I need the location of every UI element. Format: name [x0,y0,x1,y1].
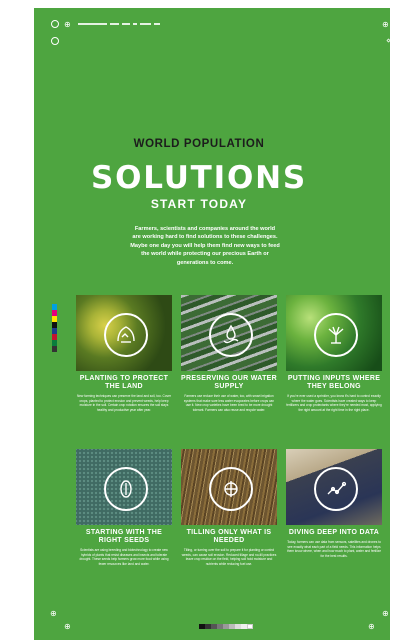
crop-mark-bottom-left-icon: ⊕ [50,609,57,618]
tilled-soil-icon [209,467,253,511]
photo-irrigation [181,295,277,371]
card-title: DIVING DEEP INTO DATA [288,529,380,536]
registration-mark-top-left [51,20,59,28]
intro-paragraph: Farmers, scientists and companies around… [130,226,280,266]
card-body: Farmers use reduce their use of water, t… [183,394,275,412]
card-title: PRESERVING OUR WATER SUPPLY [181,375,277,390]
crop-mark-top-right-icon: ⊕ [382,20,389,29]
photo-plants [76,295,172,371]
crop-mark-top-left-icon: ⊕ [64,20,71,29]
card-title: TILLING ONLY WHAT IS NEEDED [186,529,272,544]
photo-soil [181,449,277,525]
registration-mark-top-left-lower [51,37,59,45]
crop-mark-bottom-right-icon: ⊕ [382,609,389,618]
data-graph-icon [314,467,358,511]
eyebrow-heading: WORLD POPULATION [133,138,265,150]
crop-mark-right-icon: ⋄ [386,36,392,45]
card-title: STARTING WITH THE RIGHT SEEDS [85,529,163,544]
crop-mark-bottom-left-2-icon: ⊕ [64,622,71,631]
card-body: If you're ever used a sprinkler, you kno… [286,394,382,412]
card-seeds: STARTING WITH THE RIGHT SEEDS Scientists… [76,449,172,566]
soil-hand-icon [104,313,148,357]
card-title: PLANTING TO PROTECT THE LAND [79,375,169,390]
photo-leaves [286,295,382,371]
card-body: Tilling, or turning over the soil to pre… [181,548,277,566]
seed-icon [104,467,148,511]
card-title: PUTTING INPUTS WHERE THEY BELONG [287,375,381,390]
page-subtitle: START TODAY [150,197,248,211]
card-body: Scientists are using breeding and biotec… [79,548,169,566]
photo-tablet [286,449,382,525]
card-body: Today, farmers can use data from sensors… [286,540,382,558]
card-body: New farming techniques can preserve the … [76,394,172,412]
crop-mark-bottom-right-2-icon: ⊕ [368,622,375,631]
card-tilling: TILLING ONLY WHAT IS NEEDED Tilling, or … [181,449,277,566]
sprinkler-icon [314,313,358,357]
photo-seeds [76,449,172,525]
grayscale-bar [199,624,253,629]
color-bar [52,304,57,352]
card-inputs: PUTTING INPUTS WHERE THEY BELONG If you'… [286,295,382,412]
page-title: SOLUTIONS [90,160,307,196]
print-slug [78,22,161,25]
card-data: DIVING DEEP INTO DATA Today, farmers can… [286,449,382,558]
card-water: PRESERVING OUR WATER SUPPLY Farmers use … [181,295,277,412]
card-planting: PLANTING TO PROTECT THE LAND New farming… [76,295,172,412]
water-drops-icon [209,313,253,357]
